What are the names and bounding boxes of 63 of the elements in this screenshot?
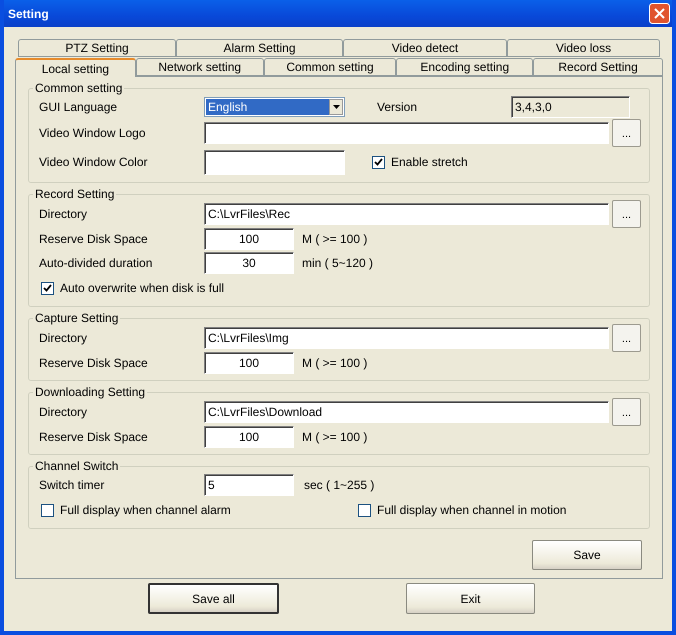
number-field[interactable]: 100 — [204, 426, 294, 448]
group-title: Capture Setting — [34, 311, 120, 325]
field-label: GUI Language — [39, 100, 118, 114]
checkbox-label: Full display when channel alarm — [60, 503, 231, 517]
checkbox[interactable] — [41, 504, 54, 516]
field-label: Auto-divided duration — [39, 256, 154, 270]
tab[interactable]: Video loss — [507, 39, 660, 57]
tab[interactable]: Local setting — [15, 58, 136, 77]
tab[interactable]: PTZ Setting — [18, 39, 176, 57]
tab[interactable]: Common setting — [264, 58, 396, 76]
browse-button[interactable]: ... — [612, 398, 641, 426]
unit-label: min ( 5~120 ) — [302, 256, 374, 270]
number-field[interactable]: 30 — [204, 252, 294, 274]
dropdown-arrow-icon — [332, 105, 340, 109]
save-button[interactable]: Save — [532, 540, 642, 570]
language-dropdown[interactable]: English — [204, 97, 345, 117]
window-title: Setting — [8, 6, 49, 20]
field-label: Reserve Disk Space — [39, 430, 149, 444]
color-field[interactable] — [204, 150, 345, 174]
version-field: 3,4,3,0 — [511, 96, 630, 118]
unit-label: M ( >= 100 ) — [302, 430, 368, 444]
group-title: Downloading Setting — [34, 385, 146, 399]
field-label: Video Window Color — [39, 155, 148, 169]
checkbox[interactable] — [372, 156, 385, 168]
tab[interactable]: Alarm Setting — [176, 39, 343, 57]
path-field[interactable]: C:\LvrFiles\Rec — [204, 203, 609, 225]
browse-button[interactable]: ... — [612, 200, 641, 228]
close-icon[interactable] — [649, 3, 670, 24]
unit-label: M ( >= 100 ) — [302, 356, 368, 370]
checkbox-label: Full display when channel in motion — [377, 503, 566, 517]
group-title: Channel Switch — [34, 459, 120, 473]
unit-label: M ( >= 100 ) — [302, 232, 368, 246]
checkbox[interactable] — [41, 282, 54, 294]
field-label: Directory — [39, 405, 88, 419]
logo-field[interactable] — [204, 122, 609, 144]
field-label: Directory — [39, 207, 88, 221]
field-label: Reserve Disk Space — [39, 356, 149, 370]
group-title: Common setting — [34, 81, 124, 95]
field-label: Directory — [39, 331, 88, 345]
field-label: Reserve Disk Space — [39, 232, 149, 246]
group-title: Record Setting — [34, 187, 116, 201]
number-field[interactable]: 5 — [204, 474, 294, 496]
field-label: Video Window Logo — [39, 126, 147, 140]
tab[interactable]: Record Setting — [533, 58, 663, 76]
checkbox[interactable] — [358, 504, 371, 516]
unit-label: sec ( 1~255 ) — [304, 478, 374, 492]
save-all-button[interactable]: Save all — [148, 583, 279, 614]
browse-button[interactable]: ... — [612, 119, 641, 147]
exit-button[interactable]: Exit — [406, 583, 535, 614]
check-icon — [374, 158, 383, 166]
tab[interactable]: Encoding setting — [396, 58, 534, 76]
tab[interactable]: Network setting — [136, 58, 264, 76]
path-field[interactable]: C:\LvrFiles\Img — [204, 327, 609, 349]
field-label: Version — [377, 100, 418, 114]
checkbox-label: Auto overwrite when disk is full — [60, 281, 224, 295]
path-field[interactable]: C:\LvrFiles\Download — [204, 401, 609, 423]
field-label: Switch timer — [39, 478, 106, 492]
tab[interactable]: Video detect — [343, 39, 507, 57]
number-field[interactable]: 100 — [204, 352, 294, 374]
checkbox-label: Enable stretch — [391, 155, 468, 169]
number-field[interactable]: 100 — [204, 228, 294, 250]
check-icon — [43, 284, 52, 292]
browse-button[interactable]: ... — [612, 324, 641, 352]
